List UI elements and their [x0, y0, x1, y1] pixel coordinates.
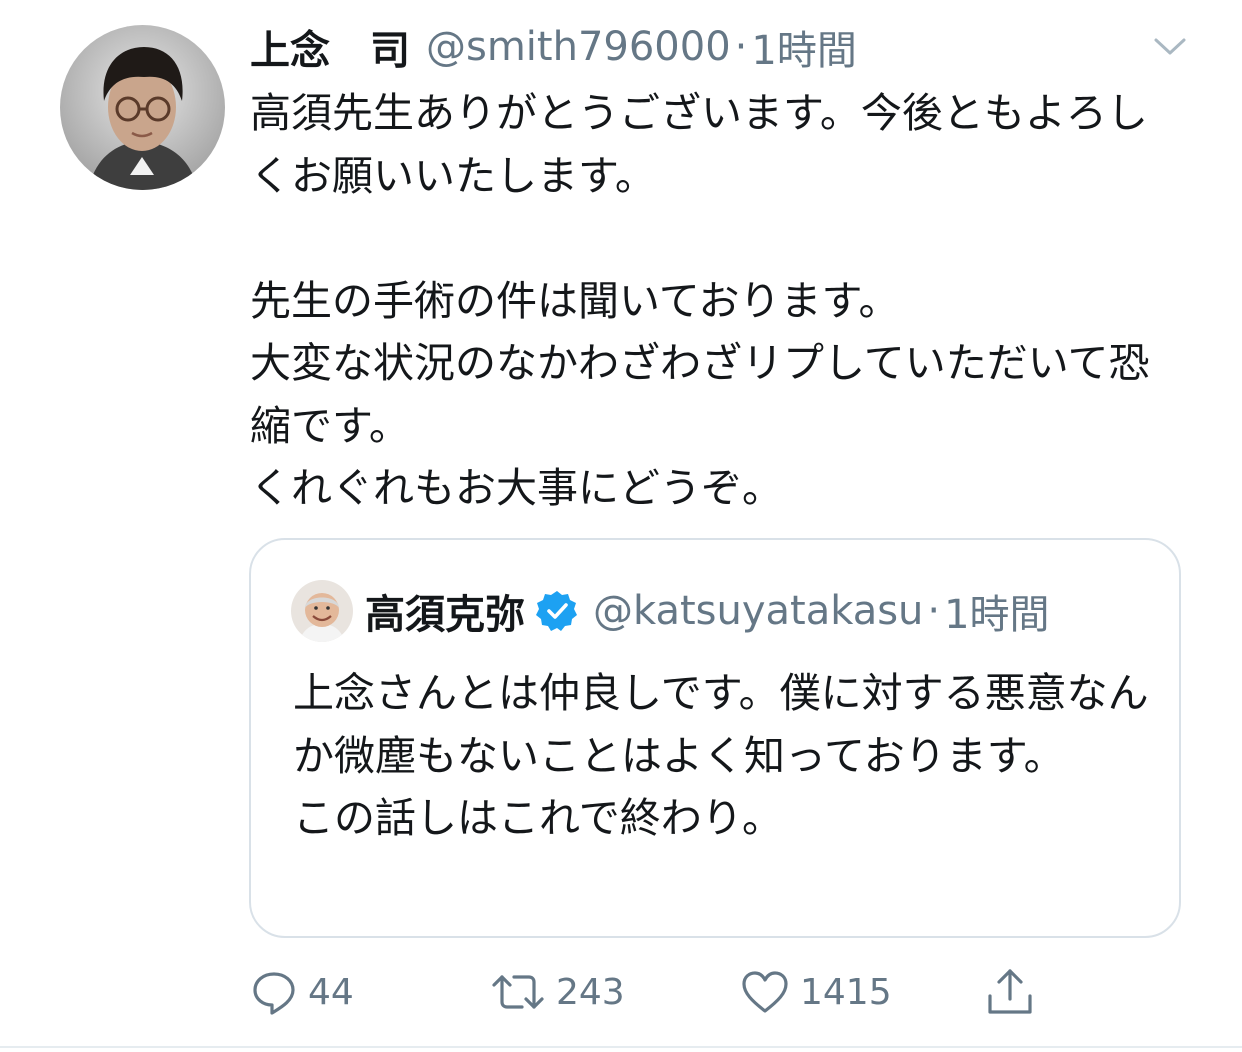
- chevron-down-icon[interactable]: [1150, 32, 1190, 60]
- heart-icon: [742, 971, 788, 1013]
- quoted-tweet-timestamp: 1時間: [944, 592, 1050, 638]
- share-upload-icon: [988, 969, 1032, 1014]
- quoted-header-separator: ·: [927, 588, 941, 634]
- reply-button[interactable]: 44: [250, 962, 354, 1022]
- author-avatar[interactable]: [60, 25, 225, 190]
- reply-count: 44: [308, 971, 354, 1013]
- verified-badge-icon: [536, 591, 577, 631]
- quoted-tweet-header: 高須克弥 @katsuyatakasu · 1時間: [365, 586, 1050, 638]
- author-handle[interactable]: @smith796000: [426, 24, 731, 70]
- tweet[interactable]: 上念 司 @smith796000 · 1時間 高須先生ありがとうございます。今…: [0, 0, 1242, 1048]
- quoted-tweet-card[interactable]: 高須克弥 @katsuyatakasu · 1時間 上念さんとは仲良しです。僕に…: [249, 538, 1181, 938]
- author-name[interactable]: 上念 司: [250, 18, 410, 76]
- like-count: 1415: [800, 971, 892, 1013]
- tweet-header: 上念 司 @smith796000 · 1時間: [250, 22, 857, 74]
- quoted-author-name: 高須克弥: [365, 592, 525, 638]
- tweet-action-bar: 44 243 1415: [250, 962, 1130, 1022]
- header-separator: ·: [734, 24, 748, 70]
- share-button[interactable]: [985, 962, 1035, 1022]
- quoted-tweet-text: 上念さんとは仲良しです。僕に対する悪意なんか微塵もないことはよく知っております。…: [293, 669, 1149, 842]
- retweet-button[interactable]: 243: [490, 962, 625, 1022]
- like-button[interactable]: 1415: [740, 962, 892, 1022]
- tweet-text: 高須先生ありがとうございます。今後ともよろしくお願いいたします。 先生の手術の件…: [250, 89, 1150, 512]
- comment-bubble-icon: [253, 972, 295, 1015]
- quoted-author-handle: @katsuyatakasu: [593, 588, 924, 634]
- tweet-timestamp[interactable]: 1時間: [751, 18, 856, 76]
- quoted-author-avatar: [291, 580, 353, 642]
- retweet-count: 243: [556, 971, 625, 1013]
- retweet-arrows-icon: [492, 975, 544, 1009]
